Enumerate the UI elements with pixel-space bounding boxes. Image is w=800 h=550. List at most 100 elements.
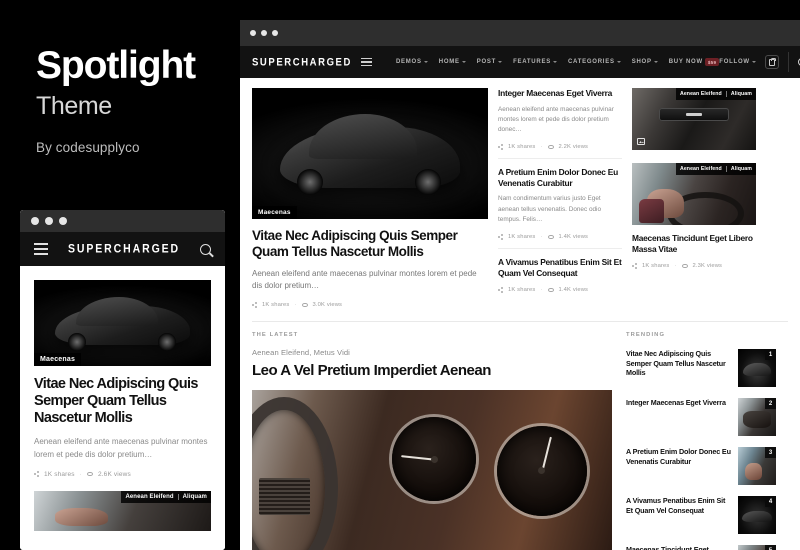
list-item[interactable]: Aenean Eleifend Aliquam [632,88,756,150]
views-count: 2.2K views [558,144,589,151]
eye-icon [681,264,688,268]
promo-block: Spotlight Theme By codesupplyco [36,46,236,155]
list-item[interactable]: Integer Maecenas Eget Viverra Aenean ele… [498,88,622,160]
nav-item-features[interactable]: FEATURES [513,59,557,65]
window-minimize-dot[interactable] [261,30,267,36]
nav-item-categories[interactable]: CATEGORIES [568,59,621,65]
featured-image: Maecenas [34,280,211,366]
nav-item-buy-now[interactable]: BUY NOW $59 [669,58,720,66]
category-tag[interactable]: Aenean Eleifend Aliquam [121,490,211,503]
featured-article[interactable]: Maecenas Vitae Nec Adipiscing Quis Sempe… [252,88,488,309]
nav-item-post[interactable]: POST [477,59,503,65]
tertiary-article-list: Aenean Eleifend Aliquam Aenean Eleifend … [632,88,756,309]
tag-primary: Aenean Eleifend [679,91,722,97]
nav-item-demos[interactable]: DEMOS [396,59,428,65]
meta-separator: · [540,144,543,151]
article-thumbnail: Aenean Eleifend Aliquam [632,163,756,225]
article-category[interactable]: Aenean Eleifend, Metus Vidi [252,348,612,357]
tag-primary: Aenean Eleifend [125,493,174,500]
eye-icon [547,288,554,292]
list-item[interactable]: A Pretium Enim Dolor Donec Eu Venenatis … [498,167,622,249]
car-roof-shape [76,297,158,327]
trending-item[interactable]: A Vivamus Penatibus Enim Sit Et Quam Vel… [626,496,776,534]
trending-item[interactable]: A Pretium Enim Dolor Donec Eu Venenatis … [626,447,776,485]
divider [252,321,788,322]
trending-title: Integer Maecenas Eget Viverra [626,398,726,407]
category-tag[interactable]: Maecenas [252,206,297,219]
article-thumbnail[interactable]: Aenean Eleifend Aliquam [34,490,211,531]
trending-thumbnail: 5 [738,545,776,550]
nav-menu: DEMOS HOME POST FEATURES CATEGORIES SHOP… [396,58,720,66]
views-count: 2.6K views [97,470,131,478]
views-count: 1.4K views [558,234,589,240]
window-maximize-dot[interactable] [272,30,278,36]
window-maximize-dot[interactable] [59,217,67,225]
tag-divider [177,493,179,500]
hand-shape [55,507,109,527]
featured-excerpt: Aenean eleifend ante maecenas pulvinar m… [252,268,477,291]
chevron-down-icon [461,61,466,63]
views-count: 3.0K views [312,301,343,308]
nav-item-shop[interactable]: SHOP [632,59,658,65]
eye-icon [547,235,554,239]
trending-item[interactable]: Integer Maecenas Eget Viverra 2 [626,398,776,436]
hamburger-icon[interactable] [34,243,48,255]
category-tag[interactable]: Aenean Eleifend Aliquam [675,88,756,100]
share-icon [498,234,503,240]
promo-subtitle: Theme [36,92,112,120]
rank-badge: 4 [765,496,776,507]
nav-item-home[interactable]: HOME [439,59,466,65]
trending-title: A Pretium Enim Dolor Donec Eu Venenatis … [626,447,731,466]
trending-item[interactable]: Maecenas Tincidunt Eget Libero Massa Vit… [626,545,776,550]
shares-count: 1K shares [508,144,536,151]
featured-title[interactable]: Vitae Nec Adipiscing Quis Semper Quam Te… [34,376,211,427]
cart-button[interactable] [764,55,779,69]
site-logo[interactable]: SUPERCHARGED [252,56,352,68]
secondary-article-list: Integer Maecenas Eget Viverra Aenean ele… [498,88,622,309]
window-close-dot[interactable] [31,217,39,225]
latest-article-image [252,390,612,550]
featured-title[interactable]: Vitae Nec Adipiscing Quis Semper Quam Te… [252,228,488,261]
featured-image: Maecenas [252,88,488,219]
trending-title: Maecenas Tincidunt Eget Libero Massa Vit… [626,545,709,550]
latest-article-title[interactable]: Leo A Vel Pretium Imperdiet Aenean [252,362,612,379]
rank-badge: 3 [765,447,776,458]
category-tag[interactable]: Aenean Eleifend Aliquam [675,163,756,175]
share-icon [34,471,39,478]
site-navbar: SUPERCHARGED DEMOS HOME POST FEATURES CA… [240,46,800,78]
nav-item-label: BUY NOW [668,59,703,65]
article-meta: 1K shares · 1.4K views [498,287,622,293]
window-minimize-dot[interactable] [45,217,53,225]
chevron-down-icon [552,61,557,63]
trending-title: A Vivamus Penatibus Enim Sit Et Quam Vel… [626,496,726,515]
trending-item[interactable]: Vitae Nec Adipiscing Quis Semper Quam Te… [626,349,776,387]
screenshot-stage: Spotlight Theme By codesupplyco SUPERCHA… [0,0,800,550]
featured-row: Maecenas Vitae Nec Adipiscing Quis Sempe… [252,88,788,309]
chevron-down-icon [653,61,658,63]
car-wheel-shape [157,332,176,351]
nav-item-follow[interactable]: FOLLOW [719,59,756,65]
article-meta: 1K shares · 1.4K views [498,234,622,240]
search-icon[interactable] [200,243,211,255]
nav-item-label: HOME [438,59,460,65]
gauge-needle [401,455,435,461]
hamburger-icon[interactable] [360,57,372,67]
share-icon [252,301,257,308]
window-titlebar [20,210,225,232]
shares-count: 1K shares [262,301,290,308]
list-item[interactable]: A Vivamus Penatibus Enim Sit Et Quam Vel… [498,257,622,301]
site-logo[interactable]: SUPERCHARGED [48,242,200,255]
views-count: 1.4K views [558,287,589,293]
shares-count: 1K shares [508,234,536,240]
car-roof-shape [308,114,418,159]
mobile-navbar: SUPERCHARGED [20,232,225,266]
list-item[interactable]: Aenean Eleifend Aliquam Maecenas Tincidu… [632,163,756,269]
meta-separator: · [674,263,677,269]
trending-thumbnail: 3 [738,447,776,485]
trending-thumbnail: 4 [738,496,776,534]
window-close-dot[interactable] [250,30,256,36]
category-tag[interactable]: Maecenas [34,353,82,366]
tag-secondary: Aliquam [182,493,207,500]
chevron-down-icon [498,61,503,63]
sleeve-shape [639,198,665,223]
